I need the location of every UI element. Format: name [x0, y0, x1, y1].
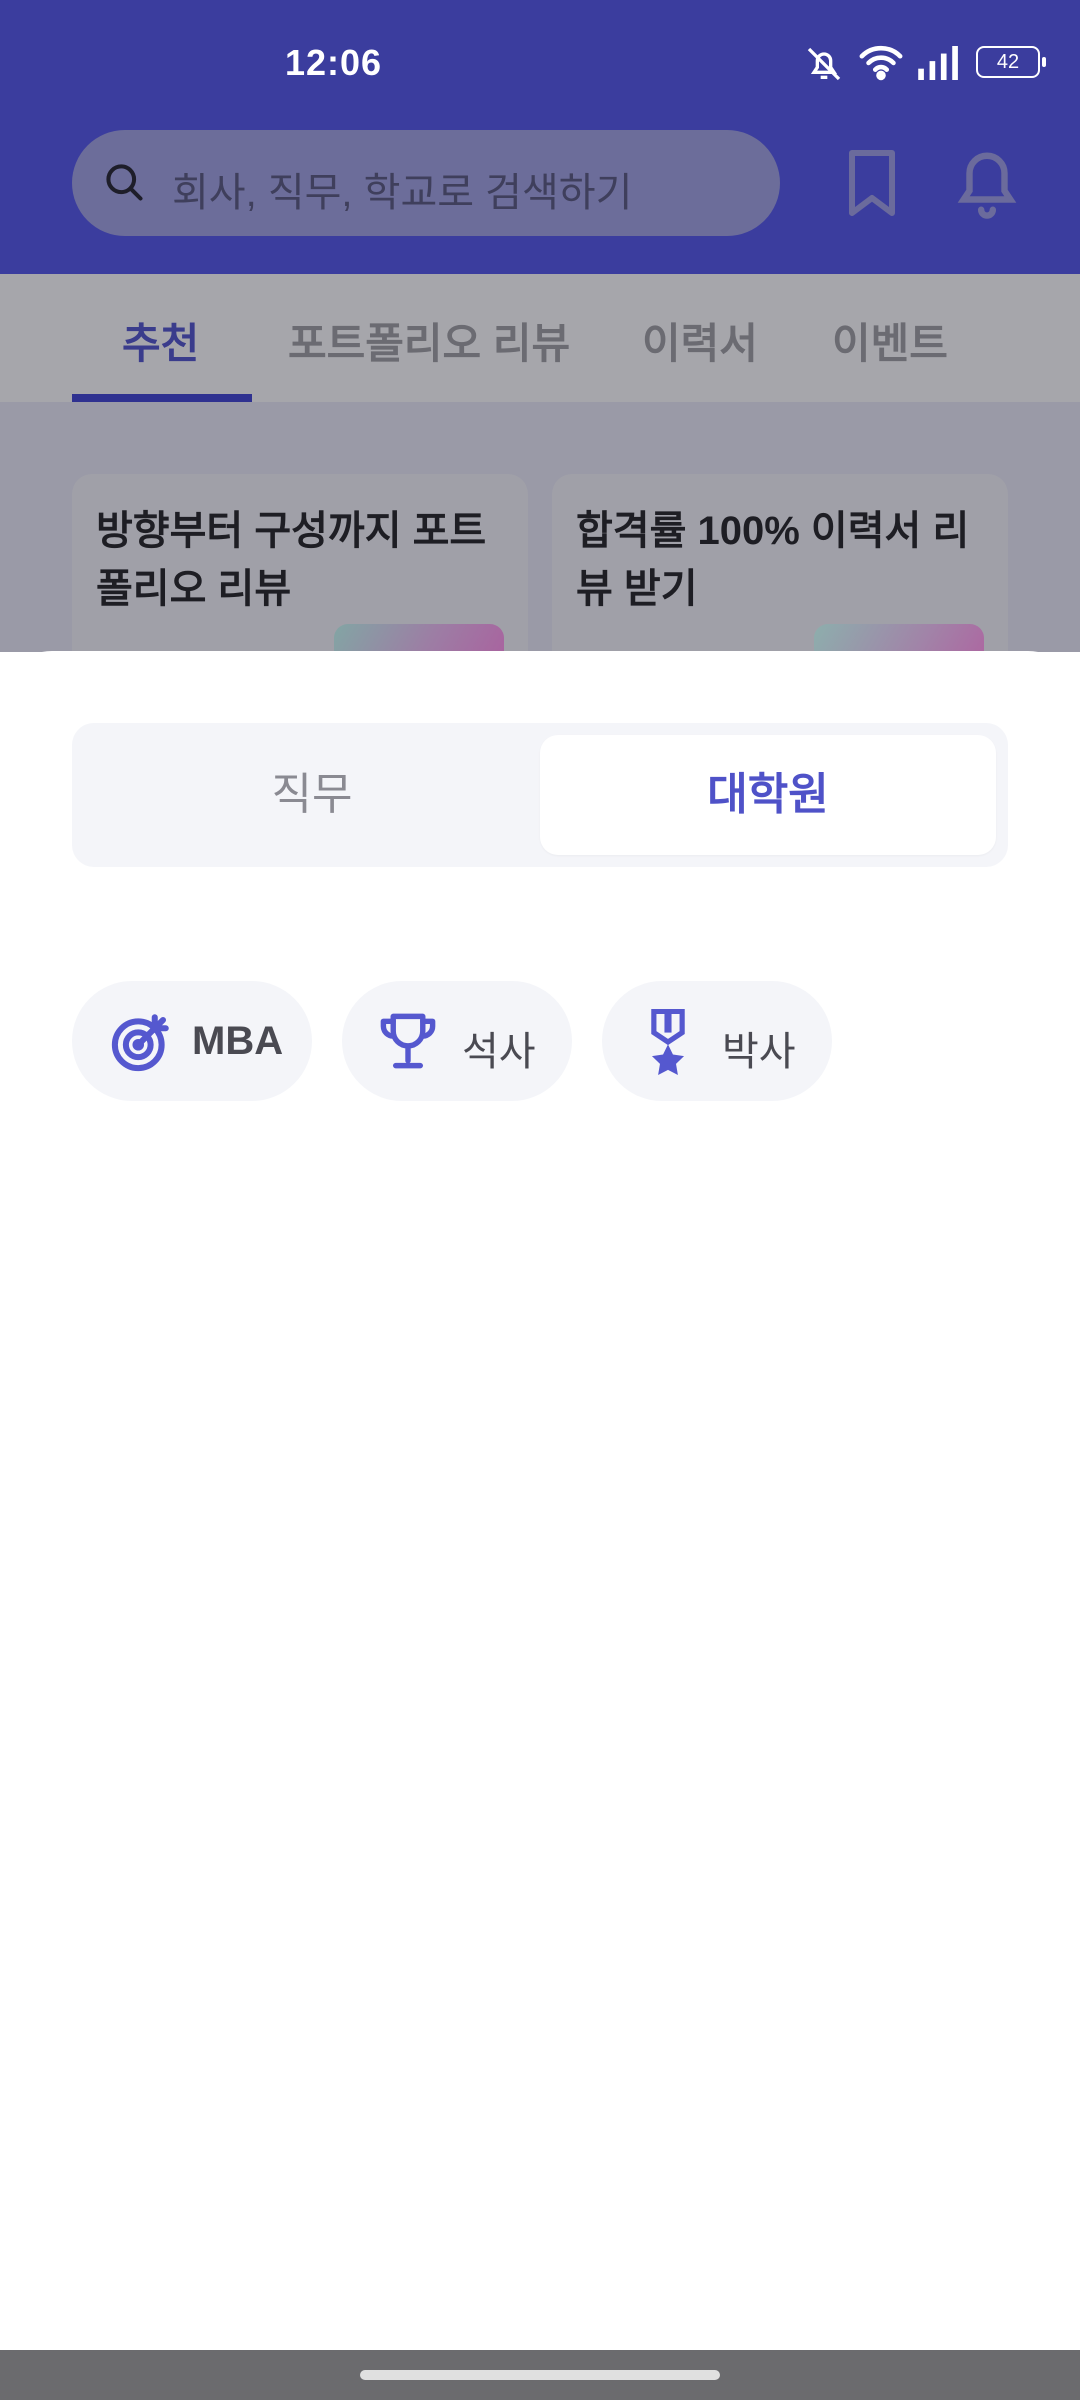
chip-mba[interactable]: MBA — [72, 981, 312, 1101]
chip-masters[interactable]: 석사 — [342, 981, 572, 1101]
segment-graduate-school[interactable]: 대학원 — [540, 735, 996, 855]
bookmark-icon[interactable] — [842, 148, 902, 223]
tab-events[interactable]: 이벤트 — [832, 310, 948, 371]
tab-portfolio-review[interactable]: 포트폴리오 리뷰 — [288, 310, 570, 371]
search-placeholder: 회사, 직무, 학교로 검색하기 — [172, 171, 633, 215]
system-nav-bar — [0, 2350, 1080, 2400]
battery-indicator: 42 — [976, 46, 1046, 78]
chip-label: MBA — [192, 1019, 284, 1063]
tab-resume[interactable]: 이력서 — [642, 310, 758, 371]
mute-bell-icon — [804, 44, 844, 89]
promo-card-title: 합격률 100% 이력서 리뷰 받기 — [576, 509, 970, 611]
status-time: 12:06 — [285, 42, 383, 83]
trophy-icon — [378, 1009, 438, 1078]
notification-bell-icon[interactable] — [952, 144, 1022, 225]
status-icons: 42 — [760, 40, 1080, 90]
bottom-sheet: 직무 대학원 MBA 석사 박사 — [0, 651, 1080, 2351]
segment-job[interactable]: 직무 — [84, 735, 540, 855]
target-icon — [108, 1009, 174, 1080]
segmented-control: 직무 대학원 — [72, 723, 1008, 867]
promo-card-title: 방향부터 구성까지 포트폴리오 리뷰 — [96, 509, 487, 611]
tab-recommended[interactable]: 추천 — [122, 310, 199, 371]
search-bar[interactable]: 회사, 직무, 학교로 검색하기 — [72, 130, 780, 236]
signal-icon — [916, 46, 962, 85]
home-indicator[interactable] — [360, 2370, 720, 2380]
tab-bar: 추천 포트폴리오 리뷰 이력서 이벤트 — [0, 274, 1080, 402]
search-icon — [102, 160, 146, 209]
chip-label: 석사 — [462, 1030, 536, 1074]
status-bar: 12:06 42 — [0, 0, 1080, 130]
active-tab-indicator — [72, 394, 252, 402]
medal-icon — [638, 1008, 698, 1080]
chip-doctorate[interactable]: 박사 — [602, 981, 832, 1101]
chip-label: 박사 — [722, 1030, 796, 1074]
wifi-icon — [858, 42, 904, 87]
